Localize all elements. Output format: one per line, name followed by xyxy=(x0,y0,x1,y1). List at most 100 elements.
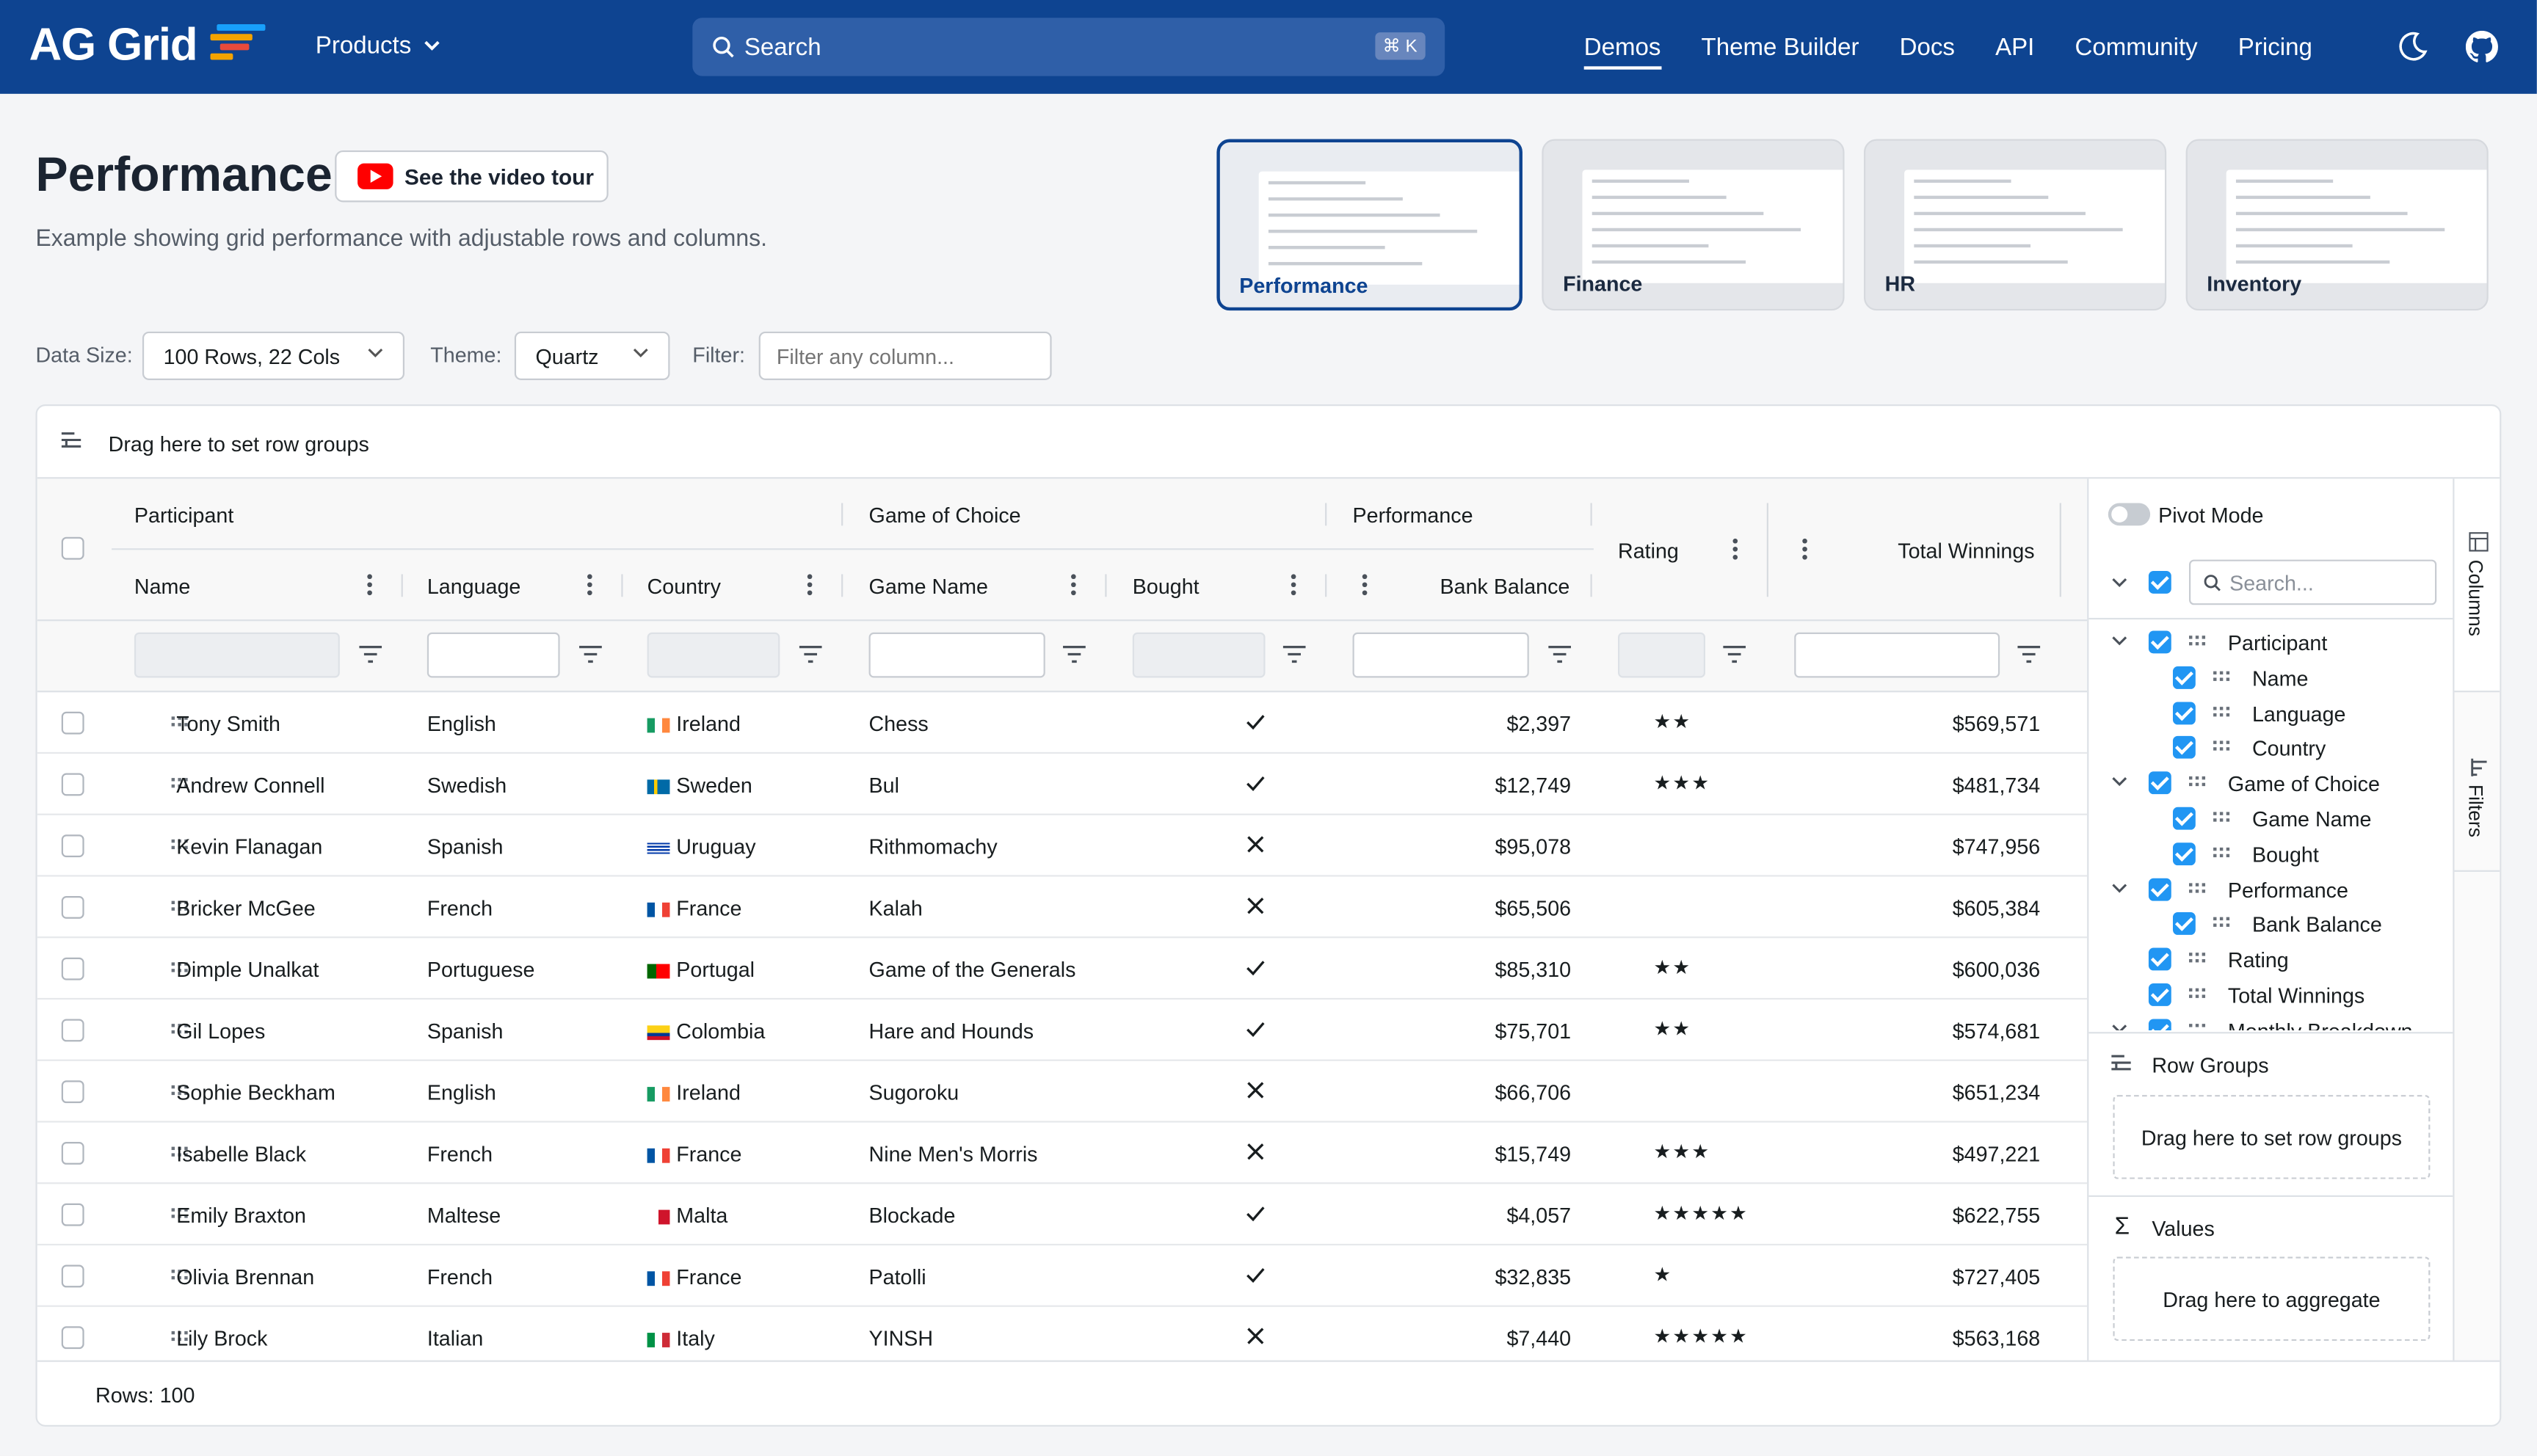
column-tree-item-game-name[interactable]: Game Name xyxy=(2088,802,2454,837)
values-dropzone[interactable]: Drag here to aggregate xyxy=(2113,1256,2431,1342)
select-all-checkbox[interactable] xyxy=(61,536,84,560)
filter-icon[interactable] xyxy=(1723,645,1746,663)
filter-game-name[interactable] xyxy=(868,632,1045,678)
drag-handle-icon[interactable] xyxy=(2189,953,2206,964)
column-header-bought[interactable]: Bought xyxy=(1133,574,1199,598)
theme-select[interactable]: Quartz xyxy=(514,331,670,380)
column-menu-icon[interactable] xyxy=(1732,538,1738,563)
row-group-bar[interactable]: Drag here to set row groups xyxy=(37,406,2500,479)
group-header-participant[interactable]: Participant xyxy=(134,503,233,527)
filter-rating[interactable] xyxy=(1618,632,1706,678)
table-row[interactable]: Lily Brock Italian Italy YINSH $7,440 ★★★★★ $5… xyxy=(37,1307,2087,1361)
dark-mode-icon[interactable] xyxy=(2396,31,2428,63)
row-groups-dropzone[interactable]: Drag here to set row groups xyxy=(2113,1095,2431,1179)
column-checkbox[interactable] xyxy=(2172,842,2196,865)
row-checkbox[interactable] xyxy=(61,1019,84,1042)
column-tree-item-monthly-breakdown[interactable]: Monthly Breakdown xyxy=(2088,1013,2454,1030)
column-menu-icon[interactable] xyxy=(1071,574,1076,598)
row-checkbox[interactable] xyxy=(61,711,84,735)
select-all-columns-checkbox[interactable] xyxy=(2148,571,2171,594)
column-header-language[interactable]: Language xyxy=(427,574,520,598)
column-checkbox[interactable] xyxy=(2172,807,2196,830)
column-tree-item-country[interactable]: Country xyxy=(2088,732,2454,767)
table-row[interactable]: Isabelle Black French France Nine Men's Mor… xyxy=(37,1123,2088,1184)
filter-total-winnings[interactable] xyxy=(1794,632,2000,678)
pivot-mode-toggle[interactable] xyxy=(2108,503,2151,526)
filter-icon[interactable] xyxy=(2017,645,2041,663)
column-tree-item-rating[interactable]: Rating xyxy=(2088,943,2454,978)
group-header-performance[interactable]: Performance xyxy=(1353,503,1473,527)
column-menu-icon[interactable] xyxy=(807,574,813,598)
demo-thumbnail-finance[interactable]: Finance xyxy=(1542,139,1845,311)
filter-icon[interactable] xyxy=(1282,645,1306,663)
column-menu-icon[interactable] xyxy=(587,574,592,598)
demo-thumbnail-hr[interactable]: HR xyxy=(1864,139,2167,311)
row-checkbox[interactable] xyxy=(61,1203,84,1226)
row-checkbox[interactable] xyxy=(61,1264,84,1288)
column-header-total-winnings[interactable]: Total Winnings xyxy=(1898,539,2034,563)
column-checkbox[interactable] xyxy=(2148,1019,2171,1030)
drag-handle-icon[interactable] xyxy=(2189,636,2206,647)
filter-icon[interactable] xyxy=(359,645,382,663)
nav-link-pricing[interactable]: Pricing xyxy=(2238,34,2312,69)
filters-tab[interactable]: Filters xyxy=(2454,694,2500,872)
table-row[interactable]: Bricker McGee French France Kalah $65,506 $60… xyxy=(37,877,2088,939)
column-search-input[interactable]: Search... xyxy=(2189,559,2437,605)
column-tree-item-total-winnings[interactable]: Total Winnings xyxy=(2088,978,2454,1013)
column-menu-icon[interactable] xyxy=(1802,538,1807,563)
column-tree-item-performance[interactable]: Performance xyxy=(2088,873,2454,908)
table-row[interactable]: Dimple Unalkat Portuguese Portugal Game of … xyxy=(37,938,2088,1000)
table-row[interactable]: Sophie Beckham English Ireland Sugoroku $66,… xyxy=(37,1061,2088,1123)
filter-country[interactable] xyxy=(647,632,780,678)
column-header-bank-balance[interactable]: Bank Balance xyxy=(1440,574,1570,598)
chevron-down-icon[interactable] xyxy=(2111,882,2127,893)
drag-handle-icon[interactable] xyxy=(2189,988,2206,1000)
table-row[interactable]: Gil Lopes Spanish Colombia Hare and Hounds $… xyxy=(37,1000,2088,1061)
drag-handle-icon[interactable] xyxy=(2213,741,2230,752)
column-checkbox[interactable] xyxy=(2148,947,2171,971)
filter-icon[interactable] xyxy=(1063,645,1086,663)
column-checkbox[interactable] xyxy=(2148,771,2171,795)
row-checkbox[interactable] xyxy=(61,1080,84,1104)
filter-bank-balance[interactable] xyxy=(1352,632,1529,678)
group-header-game[interactable]: Game of Choice xyxy=(869,503,1021,527)
nav-link-theme-builder[interactable]: Theme Builder xyxy=(1702,34,1859,69)
demo-thumbnail-performance[interactable]: Performance xyxy=(1216,139,1522,311)
drag-handle-icon[interactable] xyxy=(2189,1023,2206,1030)
data-size-select[interactable]: 100 Rows, 22 Cols xyxy=(142,331,404,380)
drag-handle-icon[interactable] xyxy=(2213,847,2230,858)
chevron-down-icon[interactable] xyxy=(2111,1024,2127,1030)
video-tour-button[interactable]: See the video tour xyxy=(335,150,609,203)
table-row[interactable]: Kevin Flanagan Spanish Uruguay Rithmomachy $… xyxy=(37,815,2088,877)
column-header-game-name[interactable]: Game Name xyxy=(869,574,988,598)
filter-icon[interactable] xyxy=(799,645,822,663)
nav-link-api[interactable]: API xyxy=(1995,34,2034,69)
global-search[interactable]: Search ⌘ K xyxy=(692,18,1445,76)
row-checkbox[interactable] xyxy=(61,773,84,796)
column-tree-item-name[interactable]: Name xyxy=(2088,661,2454,696)
column-tree-item-participant[interactable]: Participant xyxy=(2088,626,2454,661)
github-icon[interactable] xyxy=(2465,30,2498,63)
column-checkbox[interactable] xyxy=(2172,736,2196,760)
row-checkbox[interactable] xyxy=(61,896,84,919)
column-checkbox[interactable] xyxy=(2148,630,2171,654)
row-checkbox[interactable] xyxy=(61,957,84,980)
column-menu-icon[interactable] xyxy=(367,574,372,598)
column-menu-icon[interactable] xyxy=(1362,574,1368,598)
table-row[interactable]: Olivia Brennan French France Patolli $32,835… xyxy=(37,1245,2088,1307)
column-header-rating[interactable]: Rating xyxy=(1618,539,1679,563)
row-checkbox[interactable] xyxy=(61,1142,84,1165)
products-menu[interactable]: Products xyxy=(316,32,440,60)
table-row[interactable]: Andrew Connell Swedish Sweden Bul $12,749 ★★★… xyxy=(37,754,2088,815)
demo-thumbnail-inventory[interactable]: Inventory xyxy=(2185,139,2489,311)
column-checkbox[interactable] xyxy=(2172,701,2196,724)
column-header-name[interactable]: Name xyxy=(134,574,190,598)
column-checkbox[interactable] xyxy=(2148,877,2171,900)
chevron-down-icon[interactable] xyxy=(2111,636,2127,647)
drag-handle-icon[interactable] xyxy=(2189,882,2206,893)
row-checkbox[interactable] xyxy=(61,1326,84,1350)
column-checkbox[interactable] xyxy=(2172,666,2196,689)
table-row[interactable]: Emily Braxton Maltese Malta Blockade $4,057 ★… xyxy=(37,1184,2088,1246)
drag-handle-icon[interactable] xyxy=(2189,776,2206,787)
row-checkbox[interactable] xyxy=(61,834,84,858)
